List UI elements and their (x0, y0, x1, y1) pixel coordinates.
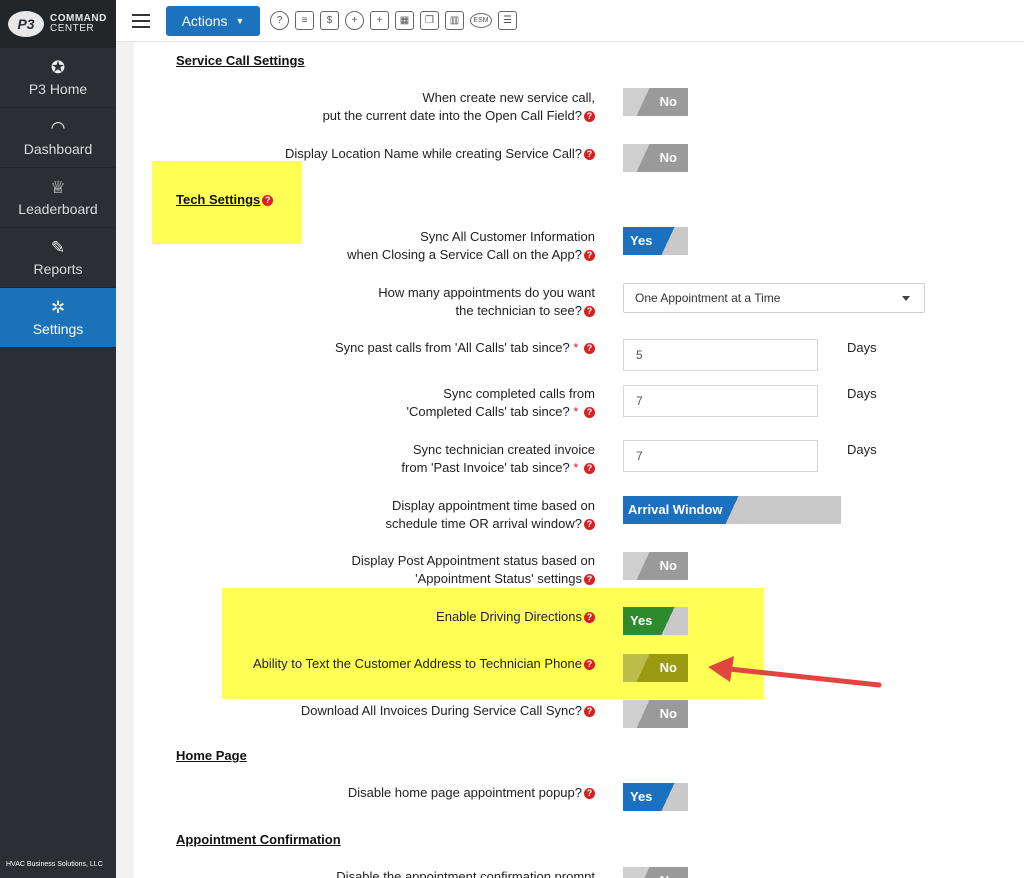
brand-line2: CENTER (50, 23, 95, 34)
help-icon[interactable]: ? (584, 519, 595, 531)
trophy-icon: ♕ (50, 178, 66, 197)
sync-invoice-label: Sync technician created invoice from 'Pa… (401, 442, 595, 475)
disable-confirm-label: Disable the appointment confirmation pro… (336, 869, 595, 878)
actions-button[interactable]: Actions ▼ (166, 5, 260, 36)
sync-past-input[interactable]: 5 (623, 339, 818, 371)
settings-panel: Service Call Settings When create new se… (134, 42, 1024, 878)
post-appt-status-label: Display Post Appointment status based on… (351, 553, 595, 586)
sync-past-label: Sync past calls from 'All Calls' tab sin… (165, 339, 595, 357)
disable-popup-toggle[interactable]: Yes (623, 783, 688, 811)
chevron-down-icon (902, 296, 910, 301)
help-icon[interactable]: ? (584, 612, 595, 624)
sync-customer-label: Sync All Customer Information when Closi… (347, 229, 595, 262)
actions-label: Actions (181, 12, 228, 29)
open-call-date-label: When create new service call, put the cu… (322, 90, 595, 123)
help-icon[interactable]: ? (584, 659, 595, 671)
help-icon[interactable]: ? (584, 149, 595, 161)
download-invoices-label: Download All Invoices During Service Cal… (165, 702, 595, 720)
sidebar-item-dashboard[interactable]: ◠ Dashboard (0, 108, 116, 168)
appointments-count-select[interactable]: One Appointment at a Time (623, 283, 925, 313)
appointments-count-label: How many appointments do you want the te… (378, 285, 595, 318)
top-toolbar: Actions ▼ ? ≡ $ + + ▦ ❐ ▥ ESM ☰ (116, 0, 1024, 42)
disable-popup-label: Disable home page appointment popup?? (165, 784, 595, 802)
help-icon[interactable]: ? (584, 706, 595, 718)
sync-invoice-unit: Days (847, 442, 877, 457)
help-icon[interactable]: ? (584, 306, 595, 318)
sidebar-item-label: Dashboard (23, 141, 93, 157)
help-icon[interactable]: ? (584, 343, 595, 355)
sidebar-item-settings[interactable]: ✲ Settings (0, 288, 116, 348)
estimate-icon[interactable]: $ (320, 11, 339, 30)
report-edit-icon: ✎ (50, 238, 66, 257)
disable-confirm-toggle[interactable]: No (623, 867, 688, 878)
driving-directions-toggle[interactable]: Yes (623, 607, 688, 635)
sidebar-item-label: Reports (33, 261, 83, 277)
sidebar: P3 COMMAND CENTER ✪ P3 Home ◠ Dashboard … (0, 0, 116, 878)
help-icon[interactable]: ? (584, 111, 595, 123)
display-location-toggle[interactable]: No (623, 144, 688, 172)
sync-completed-input[interactable]: 7 (623, 385, 818, 417)
help-icon[interactable]: ? (584, 574, 595, 586)
p3-home-icon: ✪ (50, 58, 66, 77)
sidebar-item-label: Settings (32, 321, 84, 337)
sidebar-item-p3-home[interactable]: ✪ P3 Home (0, 48, 116, 108)
esm-icon[interactable]: ESM (470, 13, 492, 28)
sync-completed-unit: Days (847, 386, 877, 401)
p3-logo-mark: P3 (8, 11, 44, 37)
menu-icon[interactable] (132, 13, 150, 28)
invoice-icon[interactable]: ≡ (295, 11, 314, 30)
sidebar-item-label: P3 Home (28, 81, 88, 97)
post-appt-status-toggle[interactable]: No (623, 552, 688, 580)
help-icon[interactable]: ? (584, 407, 595, 419)
sync-past-unit: Days (847, 340, 877, 355)
section-tech-settings: Tech Settings? (176, 192, 274, 207)
sync-completed-label: Sync completed calls from 'Completed Cal… (406, 386, 595, 419)
appt-time-label: Display appointment time based on schedu… (385, 498, 595, 531)
sidebar-item-reports[interactable]: ✎ Reports (0, 228, 116, 288)
display-location-label: Display Location Name while creating Ser… (165, 145, 595, 163)
driving-settings-highlight (222, 588, 764, 699)
bar-chart-icon[interactable]: ▥ (445, 11, 464, 30)
help-icon[interactable]: ? (262, 195, 274, 207)
red-arrow-annotation (708, 656, 882, 688)
add-user-icon[interactable]: + (345, 11, 364, 30)
driving-directions-label: Enable Driving Directions? (165, 608, 595, 626)
section-appointment-confirmation: Appointment Confirmation (176, 832, 341, 847)
company-footer: HVAC Business Solutions, LLC (6, 861, 103, 868)
sync-customer-toggle[interactable]: Yes (623, 227, 688, 255)
section-service-call-settings: Service Call Settings (176, 53, 305, 68)
gauge-icon: ◠ (50, 118, 66, 137)
appt-time-toggle[interactable]: Arrival Window (623, 496, 841, 524)
sidebar-item-leaderboard[interactable]: ♕ Leaderboard (0, 168, 116, 228)
help-icon[interactable]: ? (584, 788, 595, 800)
download-invoices-toggle[interactable]: No (623, 700, 688, 728)
calendar-add-icon[interactable]: + (370, 11, 389, 30)
sync-invoice-input[interactable]: 7 (623, 440, 818, 472)
chevron-down-icon: ▼ (235, 15, 245, 26)
gear-icon: ✲ (50, 298, 66, 317)
sidebar-item-label: Leaderboard (18, 201, 98, 217)
open-call-date-toggle[interactable]: No (623, 88, 688, 116)
help-icon[interactable]: ? (584, 250, 595, 262)
copy-docs-icon[interactable]: ❐ (420, 11, 439, 30)
text-address-toggle[interactable]: No (623, 654, 688, 682)
help-icon[interactable]: ? (584, 463, 595, 475)
brand-logo[interactable]: P3 COMMAND CENTER (0, 0, 116, 48)
calendar-icon[interactable]: ▦ (395, 11, 414, 30)
help-icon[interactable]: ? (270, 11, 289, 30)
section-home-page: Home Page (176, 748, 247, 763)
text-address-label: Ability to Text the Customer Address to … (165, 655, 595, 673)
checklist-icon[interactable]: ☰ (498, 11, 517, 30)
